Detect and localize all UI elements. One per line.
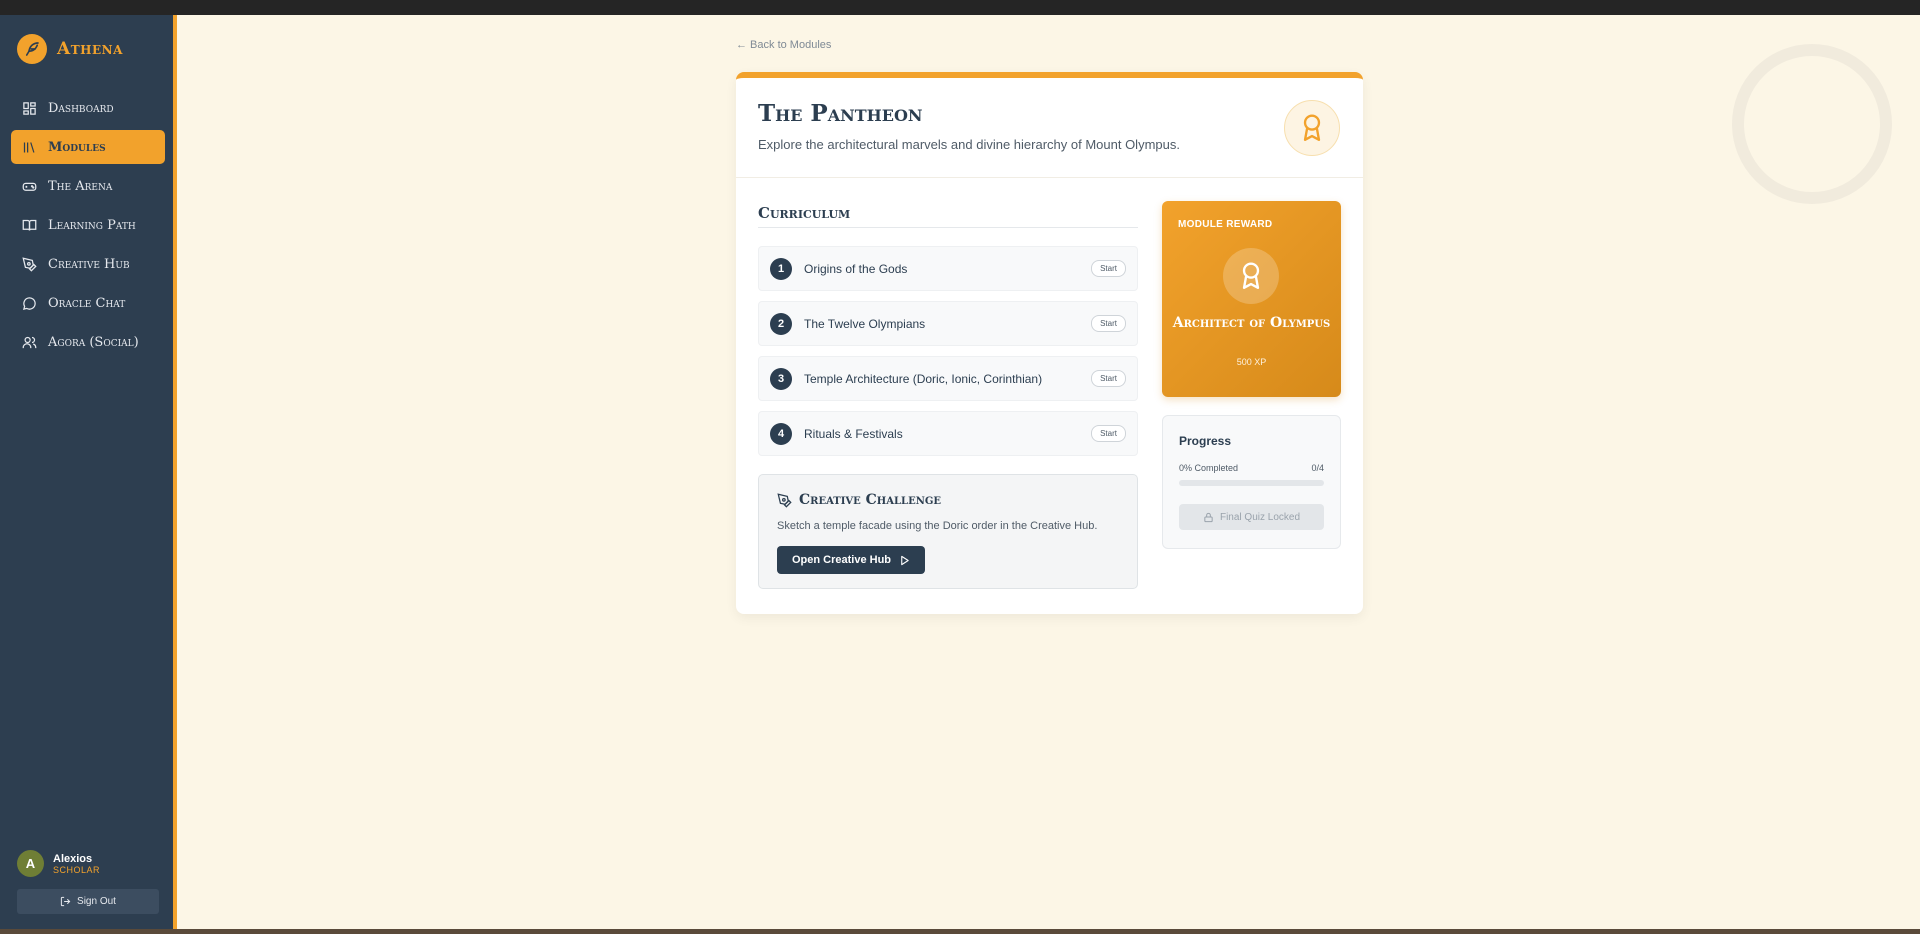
start-lesson-button[interactable]: Start: [1091, 315, 1126, 332]
lesson-title: Rituals & Festivals: [804, 426, 903, 441]
progress-bar: [1179, 480, 1324, 486]
challenge-description: Sketch a temple facade using the Doric o…: [777, 520, 1098, 532]
reward-xp: 500 XP: [1236, 357, 1267, 367]
users-icon: [22, 336, 37, 348]
sidebar-item-label: Creative Hub: [48, 256, 130, 272]
decorative-ring: [1732, 44, 1892, 204]
creative-challenge: Creative Challenge Sketch a temple facad…: [758, 474, 1138, 589]
play-icon: [901, 555, 909, 565]
user-name: Alexios: [53, 852, 93, 865]
lesson-title: The Twelve Olympians: [804, 316, 926, 331]
final-quiz-button[interactable]: Final Quiz Locked: [1179, 504, 1324, 530]
module-reward-card: MODULE REWARD Architect of Olympus 500 X…: [1162, 201, 1341, 397]
library-icon: [23, 141, 35, 153]
sidebar-item-arena[interactable]: The Arena: [11, 169, 165, 203]
lesson-number: 1: [770, 257, 792, 280]
list-item[interactable]: 4 Rituals & Festivals Start: [758, 411, 1138, 456]
challenge-heading: Creative Challenge: [777, 492, 941, 508]
reward-name: Architect of Olympus: [1172, 315, 1331, 331]
curriculum-heading: Curriculum: [758, 204, 851, 222]
sidebar-item-agora[interactable]: Agora (Social): [11, 325, 165, 359]
window-title-bar: [0, 0, 1920, 15]
sidebar-item-label: Learning Path: [48, 217, 136, 233]
start-lesson-button[interactable]: Start: [1091, 370, 1126, 387]
start-lesson-button[interactable]: Start: [1091, 425, 1126, 442]
reward-label: MODULE REWARD: [1178, 219, 1273, 230]
sidebar-item-learning-path[interactable]: Learning Path: [11, 208, 165, 242]
sidebar-item-label: Dashboard: [48, 100, 114, 116]
gamepad-icon: [22, 182, 37, 191]
avatar: A: [17, 850, 44, 877]
taskbar: [0, 929, 1920, 934]
dashboard-icon: [23, 101, 36, 115]
sidebar-item-modules[interactable]: Modules: [11, 130, 165, 164]
lesson-list: 1 Origins of the Gods Start 2 The Twelve…: [758, 246, 1138, 466]
list-item[interactable]: 2 The Twelve Olympians Start: [758, 301, 1138, 346]
progress-title: Progress: [1179, 434, 1232, 448]
start-lesson-button[interactable]: Start: [1091, 260, 1126, 277]
sidebar-nav: Dashboard Modules The Arena Learning Pat…: [11, 91, 165, 364]
module-subtitle: Explore the architectural marvels and di…: [758, 137, 1180, 152]
sign-out-button[interactable]: Sign Out: [17, 889, 159, 914]
lock-icon: [1204, 512, 1213, 522]
user-role: SCHOLAR: [53, 864, 101, 875]
sidebar: Athena Dashboard Modules The Arena Learn…: [0, 15, 177, 929]
sidebar-item-oracle-chat[interactable]: Oracle Chat: [11, 286, 165, 320]
list-item[interactable]: 1 Origins of the Gods Start: [758, 246, 1138, 291]
book-icon: [22, 219, 37, 231]
divider: [758, 227, 1138, 228]
sidebar-item-label: Modules: [48, 139, 106, 155]
progress-percent: 0% Completed: [1179, 463, 1239, 473]
feather-logo-icon: [17, 34, 47, 64]
sidebar-item-dashboard[interactable]: Dashboard: [11, 91, 165, 125]
user-profile[interactable]: A Alexios SCHOLAR: [17, 850, 100, 877]
progress-card: Progress 0% Completed 0/4 Final Quiz Loc…: [1162, 415, 1341, 549]
chat-icon: [22, 296, 36, 310]
open-creative-hub-button[interactable]: Open Creative Hub: [777, 546, 925, 574]
lesson-title: Origins of the Gods: [804, 261, 908, 276]
list-item[interactable]: 3 Temple Architecture (Doric, Ionic, Cor…: [758, 356, 1138, 401]
back-to-modules-link[interactable]: ← Back to Modules: [736, 39, 831, 51]
module-card: The Pantheon Explore the architectural m…: [736, 72, 1363, 614]
award-icon: [1284, 100, 1340, 156]
module-header: The Pantheon Explore the architectural m…: [736, 78, 1363, 178]
quiz-label: Final Quiz Locked: [1219, 511, 1301, 523]
progress-count: 0/4: [1311, 463, 1324, 473]
lesson-number: 3: [770, 367, 792, 390]
logout-icon: [60, 896, 71, 907]
sidebar-item-label: The Arena: [48, 178, 113, 194]
sidebar-item-creative-hub[interactable]: Creative Hub: [11, 247, 165, 281]
pen-tool-icon: [777, 492, 792, 508]
lesson-title: Temple Architecture (Doric, Ionic, Corin…: [804, 371, 1043, 386]
page-title: The Pantheon: [758, 100, 923, 127]
button-label: Open Creative Hub: [791, 554, 892, 566]
brand[interactable]: Athena: [17, 34, 123, 64]
app-name: Athena: [57, 39, 123, 59]
lesson-number: 4: [770, 422, 792, 445]
sidebar-item-label: Oracle Chat: [48, 295, 126, 311]
sidebar-item-label: Agora (Social): [48, 334, 139, 350]
lesson-number: 2: [770, 312, 792, 335]
pen-tool-icon: [22, 256, 37, 272]
award-icon: [1223, 248, 1279, 304]
sign-out-label: Sign Out: [77, 896, 116, 907]
challenge-title: Creative Challenge: [799, 492, 941, 508]
